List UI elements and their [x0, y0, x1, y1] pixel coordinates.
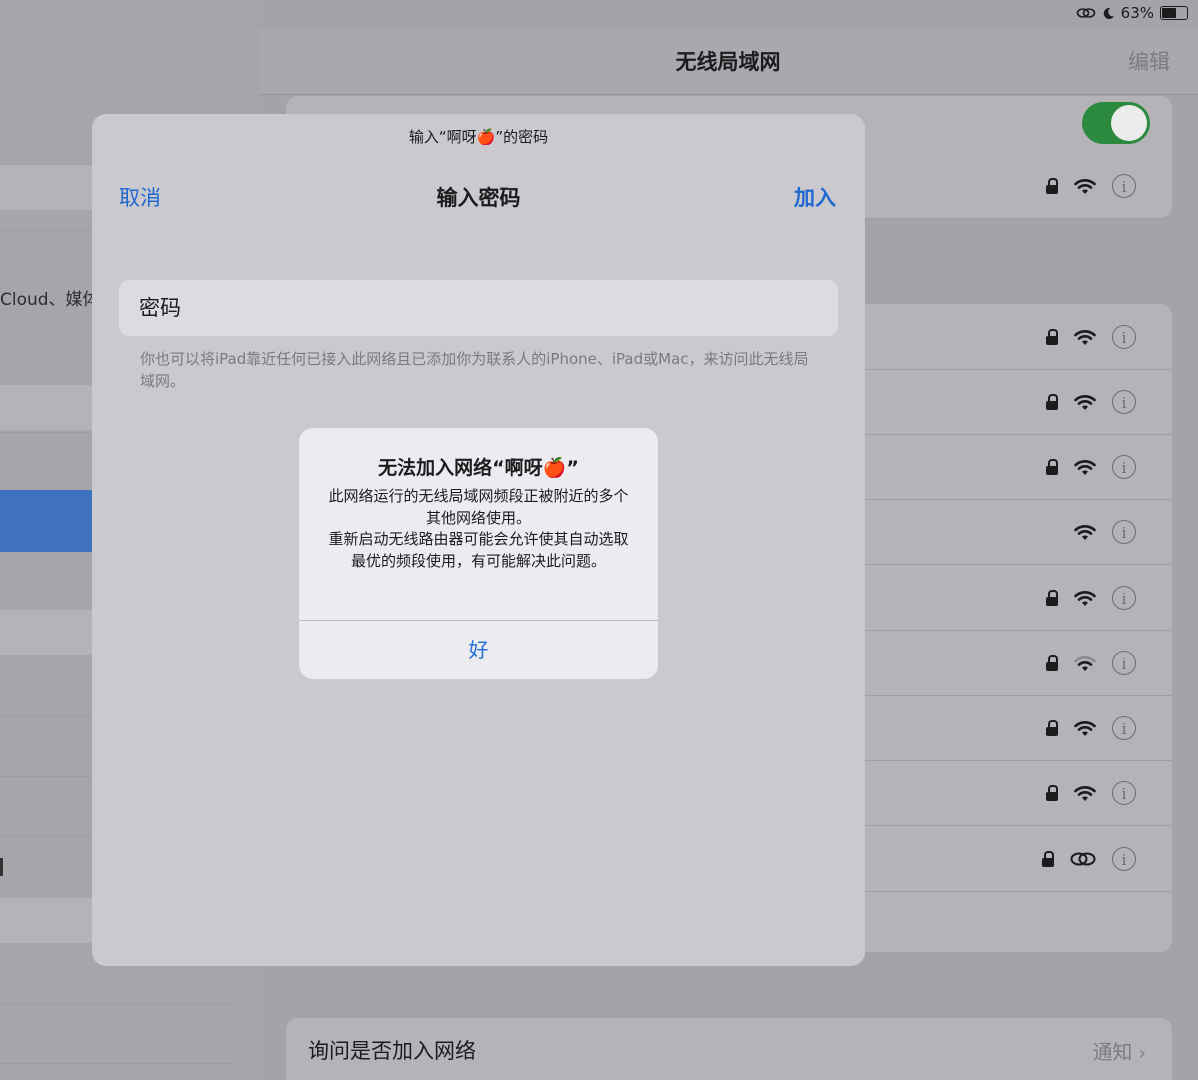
info-icon[interactable]: i: [1112, 586, 1136, 610]
lock-icon: [1046, 394, 1058, 410]
wifi-icon: [1074, 329, 1096, 346]
info-icon[interactable]: i: [1112, 716, 1136, 740]
alert-title: 无法加入网络“啊呀🍎”: [378, 457, 579, 479]
wifi-icon: [1074, 655, 1096, 672]
password-field[interactable]: [119, 280, 838, 336]
info-icon[interactable]: i: [1112, 325, 1136, 349]
wifi-icon: [1074, 720, 1096, 737]
sidebar-divider: [0, 1063, 232, 1064]
network-row-icons: i: [1042, 847, 1136, 871]
network-row-icons: i: [1046, 716, 1136, 740]
info-icon[interactable]: i: [1112, 455, 1136, 479]
personal-hotspot-icon: [1070, 851, 1096, 867]
network-row-icons: i: [1046, 390, 1136, 414]
info-icon[interactable]: i: [1112, 781, 1136, 805]
lock-icon: [1046, 655, 1058, 671]
wifi-icon: [1074, 590, 1096, 607]
wifi-icon: [1074, 785, 1096, 802]
lock-icon: [1042, 851, 1054, 867]
network-row-icons: i: [1046, 651, 1136, 675]
sidebar-divider: [0, 1003, 232, 1004]
chevron-right-icon: ›: [1138, 1043, 1146, 1064]
alert-message: 此网络运行的无线局域网频段正被附近的多个其他网络使用。 重新启动无线路由器可能会…: [323, 486, 634, 572]
lock-icon: [1046, 178, 1058, 194]
lock-icon: [1046, 720, 1058, 736]
sidebar-item-label: Cloud、媒体: [0, 290, 100, 310]
info-icon[interactable]: i: [1112, 651, 1136, 675]
info-icon[interactable]: i: [1112, 174, 1136, 198]
navigation-bar: 无线局域网 编辑: [258, 28, 1198, 95]
network-row-icons: i: [1046, 781, 1136, 805]
sheet-title: 输入密码: [436, 186, 521, 210]
ask-to-join-label: 询问是否加入网络: [308, 1039, 476, 1063]
battery-percent: 63%: [1120, 4, 1154, 22]
info-icon[interactable]: i: [1112, 390, 1136, 414]
alert-message-line: 此网络运行的无线局域网频段正被附近的多个其他网络使用。: [328, 487, 629, 527]
info-icon[interactable]: i: [1112, 847, 1136, 871]
edit-button[interactable]: 编辑: [1128, 46, 1170, 76]
alert-message-line: 重新启动无线路由器可能会允许使其自动选取最优的频段使用，有可能解决此问题。: [328, 530, 629, 570]
lock-icon: [1046, 329, 1058, 345]
wifi-icon: [1074, 524, 1096, 541]
lock-icon: [1046, 459, 1058, 475]
sidebar-item-wlan-selected[interactable]: [0, 490, 95, 552]
lock-icon: [1046, 590, 1058, 606]
info-icon[interactable]: i: [1112, 520, 1136, 544]
network-row-icons: i: [1046, 174, 1136, 198]
network-row-icons: i: [1046, 586, 1136, 610]
ask-to-join-value: 通知 ›: [1092, 1040, 1146, 1064]
lock-icon: [1046, 785, 1058, 801]
link-icon: [1076, 8, 1095, 18]
sheet-prompt: 输入“啊呀🍎”的密码: [408, 128, 549, 146]
moon-icon: [1103, 7, 1114, 19]
join-button[interactable]: 加入: [794, 182, 836, 212]
wifi-icon: [1074, 394, 1096, 411]
network-row-icons: i: [1046, 325, 1136, 349]
page-title: 无线局域网: [675, 50, 781, 74]
wifi-toggle[interactable]: [1082, 102, 1150, 144]
join-failed-alert: 无法加入网络“啊呀🍎” 此网络运行的无线局域网频段正被附近的多个其他网络使用。 …: [299, 428, 658, 679]
network-row-icons: i: [1046, 455, 1136, 479]
network-row-icons: i: [1074, 520, 1136, 544]
sidebar-item-label: [0, 858, 3, 876]
wifi-icon: [1074, 178, 1096, 195]
status-bar: 63%: [1076, 4, 1188, 22]
ask-to-join-row[interactable]: 询问是否加入网络 通知 ›: [286, 1018, 1172, 1080]
ok-button[interactable]: 好: [299, 621, 658, 679]
wifi-icon: [1074, 459, 1096, 476]
battery-icon: [1160, 6, 1188, 20]
password-hint: 你也可以将iPad靠近任何已接入此网络且已添加你为联系人的iPhone、iPad…: [140, 350, 809, 390]
